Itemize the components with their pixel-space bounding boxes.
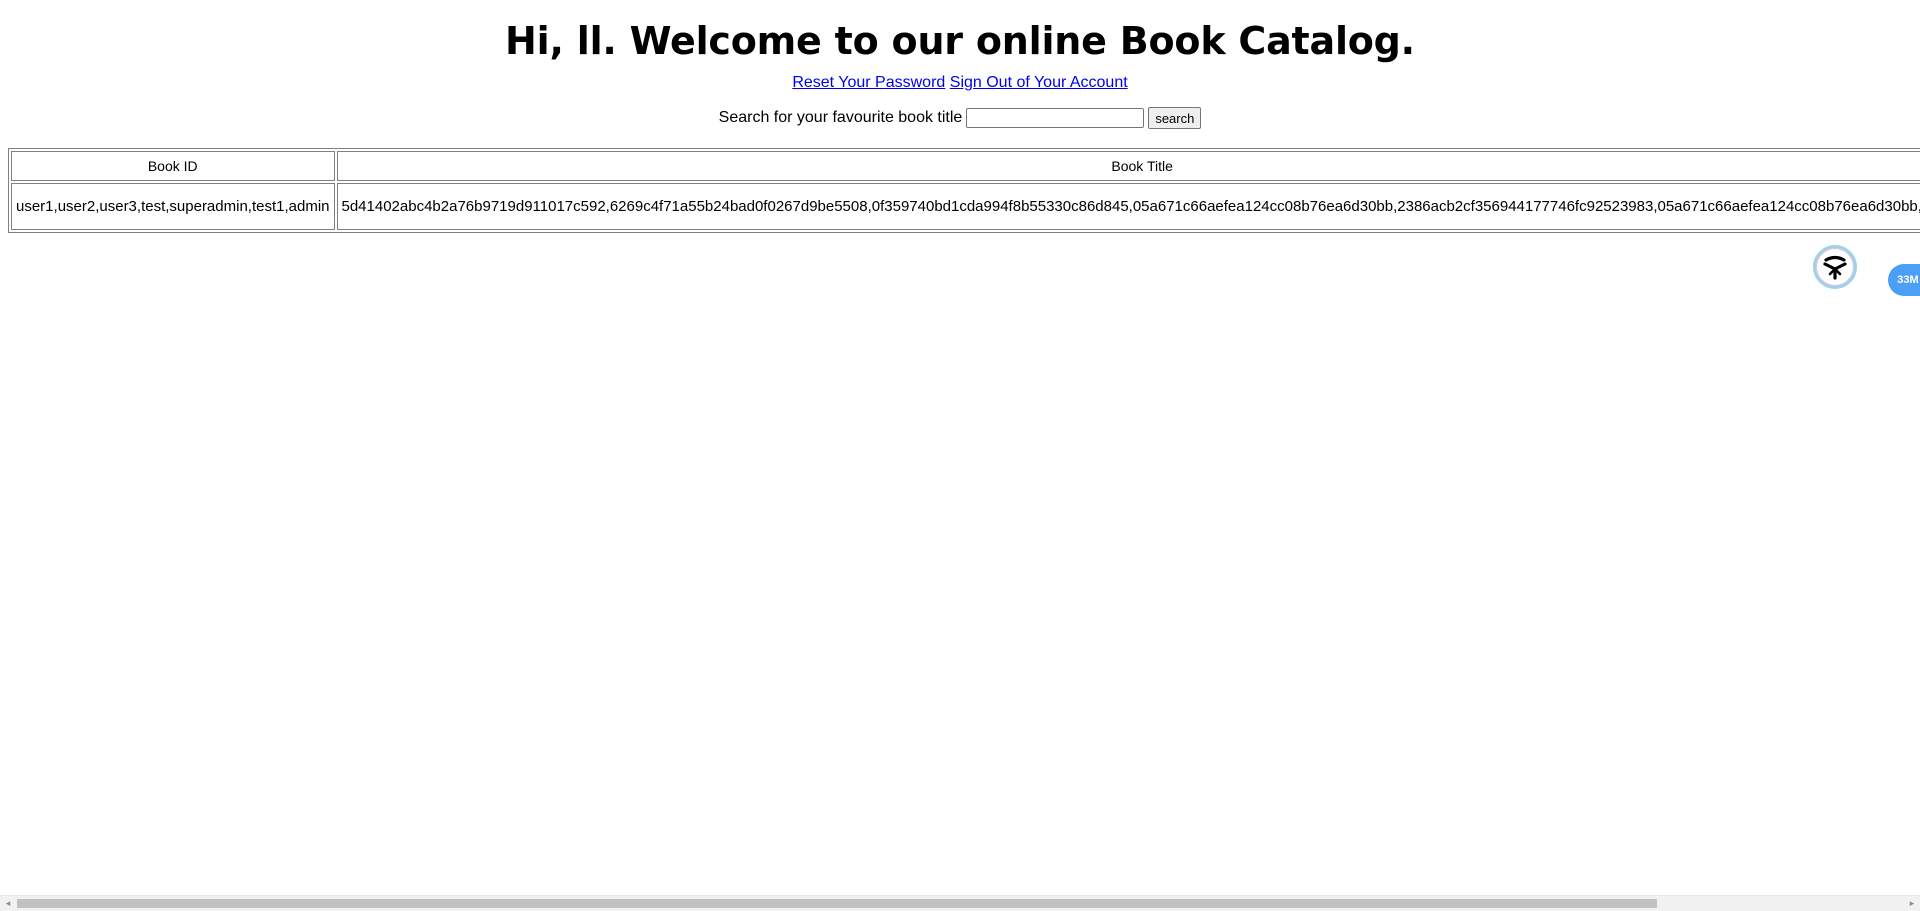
horizontal-scrollbar[interactable]: ◂ ▸ [0,895,1920,911]
page-title: Hi, ll. Welcome to our online Book Catal… [505,19,1415,63]
book-id-cell: user1,user2,user3,test,superadmin,test1,… [11,183,335,230]
scroll-right-icon[interactable]: ▸ [1904,896,1920,911]
table-row: user1,user2,user3,test,superadmin,test1,… [11,183,1920,230]
sign-out-link[interactable]: Sign Out of Your Account [950,74,1128,91]
book-catalog-table: Book ID Book Title user1,user2,user3,tes… [8,148,1920,233]
search-input[interactable] [966,108,1145,128]
y-logo-icon [1823,255,1847,280]
table-header-row: Book ID Book Title [11,151,1920,181]
extension-floating-button[interactable] [1813,245,1857,289]
scrollbar-thumb[interactable] [17,899,1657,908]
search-form: Search for your favourite book title sea… [0,107,1920,129]
search-label: Search for your favourite book title [718,109,963,126]
reset-password-link[interactable]: Reset Your Password [792,74,945,91]
book-title-cell: 5d41402abc4b2a76b9719d911017c592,6269c4f… [336,183,1920,230]
column-header-book-id: Book ID [11,151,335,181]
account-links: Reset Your Password Sign Out of Your Acc… [0,74,1920,92]
scroll-left-icon[interactable]: ◂ [0,896,16,911]
column-header-book-title: Book Title [336,151,1920,181]
memory-badge[interactable]: 33M [1888,264,1920,296]
page-viewport: Hi, ll. Welcome to our online Book Catal… [0,0,1920,895]
search-button[interactable]: search [1148,107,1202,129]
